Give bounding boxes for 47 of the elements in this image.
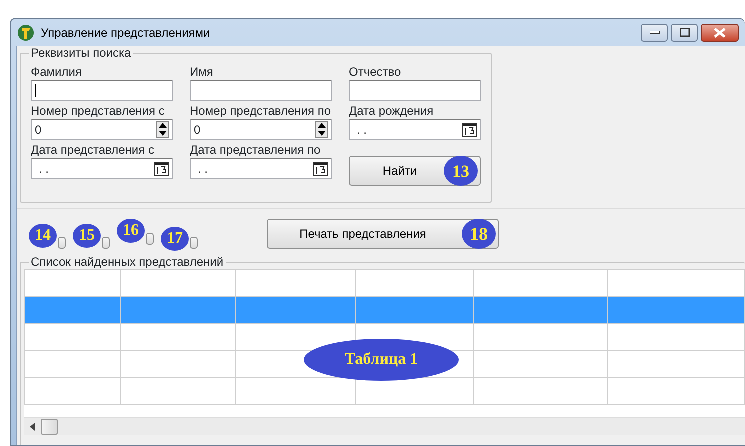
date-field[interactable]: . . bbox=[349, 119, 481, 140]
window-title: Управление представлениями bbox=[41, 24, 210, 42]
text-field[interactable] bbox=[31, 80, 173, 101]
field-value: 0 bbox=[194, 122, 201, 138]
minimize-button[interactable] bbox=[641, 24, 668, 42]
app-icon bbox=[17, 24, 35, 42]
date-field[interactable]: . . bbox=[190, 158, 332, 179]
spin-field[interactable]: 0 bbox=[190, 119, 332, 140]
close-button[interactable] bbox=[701, 24, 739, 42]
calendar-icon[interactable] bbox=[313, 162, 328, 176]
close-icon bbox=[714, 28, 726, 38]
group-title: Реквизиты поиска bbox=[29, 46, 134, 60]
calendar-icon[interactable] bbox=[154, 162, 169, 176]
scrollbar-thumb[interactable] bbox=[41, 418, 58, 434]
toolbar-button[interactable] bbox=[190, 236, 198, 248]
spin-arrows-icon[interactable] bbox=[156, 121, 169, 138]
field-label: Номер представления с bbox=[31, 103, 166, 119]
toolbar-button[interactable] bbox=[102, 236, 110, 248]
text-field[interactable] bbox=[190, 80, 332, 101]
annotation-label: 14 bbox=[29, 224, 57, 248]
toolbar-button[interactable] bbox=[146, 232, 154, 244]
field-value: . . bbox=[357, 122, 368, 138]
horizontal-scrollbar[interactable] bbox=[24, 417, 745, 435]
toolbar-button[interactable] bbox=[58, 236, 66, 248]
annotation-label: 16 bbox=[117, 218, 145, 242]
minimize-icon bbox=[650, 30, 660, 34]
scroll-left-icon[interactable] bbox=[28, 422, 38, 432]
text-field[interactable] bbox=[349, 80, 481, 101]
field-value: . . bbox=[39, 160, 50, 178]
date-field[interactable]: . . bbox=[31, 158, 173, 179]
field-value: . . bbox=[198, 160, 208, 178]
group-title: Список найденных представлений bbox=[29, 255, 226, 269]
field-label: Дата представления с bbox=[31, 142, 156, 158]
annotation-label: 17 bbox=[161, 226, 189, 250]
field-label: Номер представления по bbox=[190, 103, 332, 119]
annotation-label: 15 bbox=[73, 224, 101, 248]
calendar-icon[interactable] bbox=[462, 122, 477, 136]
field-value: 0 bbox=[35, 122, 42, 138]
field-label: Дата рождения bbox=[349, 103, 435, 119]
maximize-icon bbox=[680, 28, 690, 37]
maximize-button[interactable] bbox=[671, 24, 698, 42]
field-label: Отчество bbox=[349, 64, 402, 80]
spin-field[interactable]: 0 bbox=[31, 119, 173, 140]
spin-arrows-icon[interactable] bbox=[315, 121, 328, 138]
field-label: Имя bbox=[190, 64, 214, 80]
field-label: Фамилия bbox=[31, 64, 83, 80]
field-label: Дата представления по bbox=[190, 142, 322, 158]
